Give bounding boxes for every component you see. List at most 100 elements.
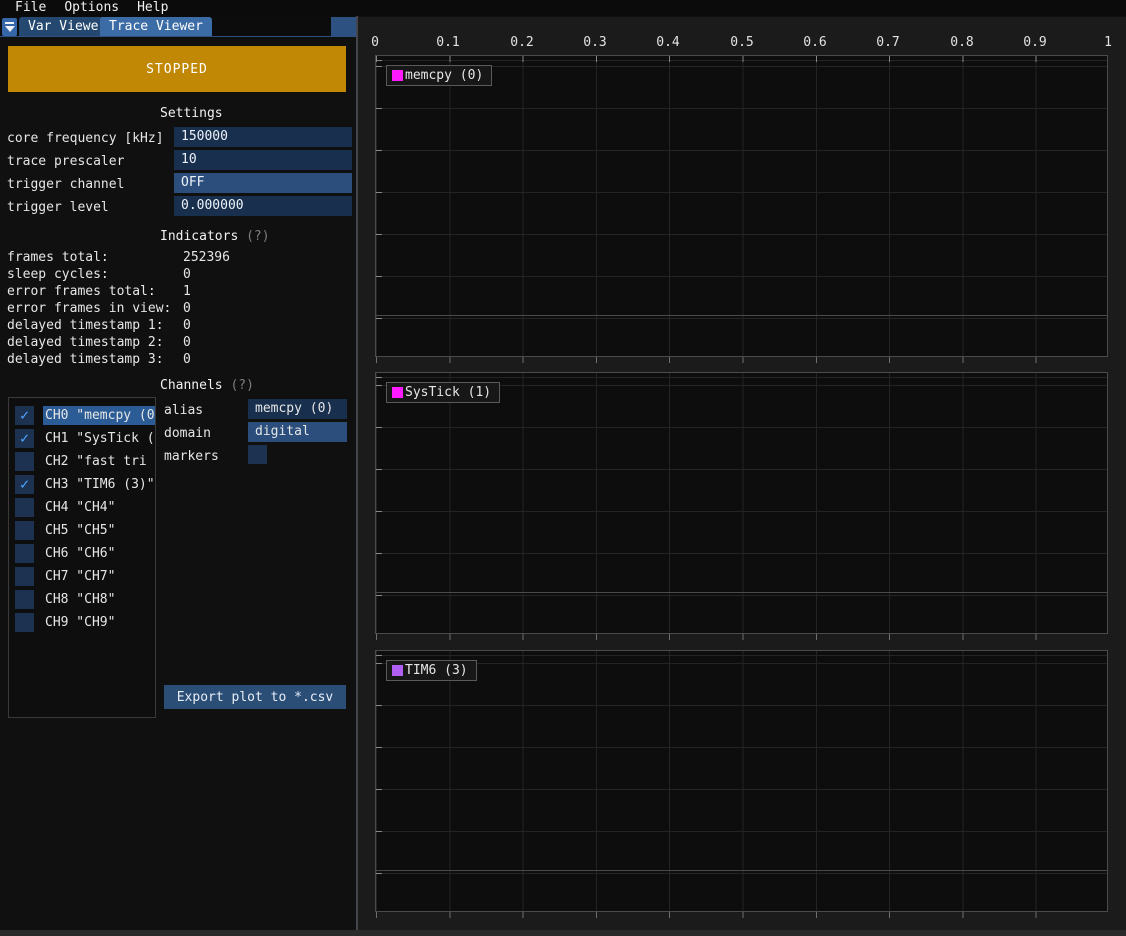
ch3-label[interactable]: CH3 "TIM6 (3)" xyxy=(43,475,156,494)
plot2-bottom-ticks xyxy=(376,634,1107,640)
menu-bar: File Options Help xyxy=(0,0,1126,16)
ch8-checkbox[interactable] xyxy=(15,590,34,609)
plot3-bottom-ticks xyxy=(376,912,1107,918)
menu-file[interactable]: File xyxy=(6,0,55,16)
xtick-0-7: 0.7 xyxy=(866,35,910,50)
channel-row-ch0[interactable]: CH0 "memcpy (0)" xyxy=(15,406,156,425)
trace-prescaler-input[interactable]: 10 xyxy=(174,150,352,170)
ch7-checkbox[interactable] xyxy=(15,567,34,586)
chevron-down-icon xyxy=(5,26,15,32)
ch5-label[interactable]: CH5 "CH5" xyxy=(43,521,156,540)
memcpy-series-swatch xyxy=(392,70,403,81)
ch4-checkbox[interactable] xyxy=(15,498,34,517)
ch7-label[interactable]: CH7 "CH7" xyxy=(43,567,156,586)
tab-list-button[interactable] xyxy=(2,18,17,36)
markers-checkbox[interactable] xyxy=(248,445,267,464)
menu-options[interactable]: Options xyxy=(55,0,128,16)
ch5-checkbox[interactable] xyxy=(15,521,34,540)
ch1-label[interactable]: CH1 "SysTick (1) xyxy=(43,429,156,448)
domain-combo[interactable]: digital xyxy=(248,422,347,442)
delayed-timestamp1-label: delayed timestamp 1: xyxy=(7,318,164,333)
plot3-legend-label: TIM6 (3) xyxy=(405,663,468,678)
error-frames-total-value: 1 xyxy=(183,284,191,299)
plot1-zero-line xyxy=(376,315,1107,316)
acquisition-state-button[interactable]: STOPPED xyxy=(8,46,346,92)
channels-help-icon[interactable]: (?) xyxy=(230,378,253,393)
plot-systick[interactable]: SysTick (1) xyxy=(375,372,1108,634)
ch2-checkbox[interactable] xyxy=(15,452,34,471)
tab-bar: Var Viewer Trace Viewer xyxy=(0,16,357,37)
delayed-timestamp2-label: delayed timestamp 2: xyxy=(7,335,164,350)
plot1-left-ticks xyxy=(376,56,382,356)
channel-row-ch8[interactable]: CH8 "CH8" xyxy=(15,590,156,609)
plot-memcpy[interactable]: memcpy (0) xyxy=(375,55,1108,357)
settings-title: Settings xyxy=(160,106,223,121)
trigger-level-input[interactable]: 0.000000 xyxy=(174,196,352,216)
channel-row-ch4[interactable]: CH4 "CH4" xyxy=(15,498,156,517)
ch2-label[interactable]: CH2 "fast tri (2 xyxy=(43,452,156,471)
delayed-timestamp1-value: 0 xyxy=(183,318,191,333)
ch1-checkbox[interactable] xyxy=(15,429,34,448)
xtick-0-5: 0.5 xyxy=(720,35,764,50)
ch0-label[interactable]: CH0 "memcpy (0)" xyxy=(43,406,156,425)
tabbar-right-accent xyxy=(331,17,357,36)
channel-row-ch9[interactable]: CH9 "CH9" xyxy=(15,613,156,632)
core-frequency-input[interactable]: 150000 xyxy=(174,127,352,147)
plot1-legend[interactable]: memcpy (0) xyxy=(386,65,492,86)
tab-list-icon xyxy=(5,22,14,24)
ch4-label[interactable]: CH4 "CH4" xyxy=(43,498,156,517)
channel-row-ch1[interactable]: CH1 "SysTick (1) xyxy=(15,429,156,448)
delayed-timestamp3-value: 0 xyxy=(183,352,191,367)
plot1-top-ticks xyxy=(376,56,1107,62)
error-frames-total-label: error frames total: xyxy=(7,284,156,299)
export-csv-button[interactable]: Export plot to *.csv xyxy=(164,685,346,709)
trigger-channel-label: trigger channel xyxy=(7,177,124,192)
plot2-left-ticks xyxy=(376,373,382,633)
bottom-scrollbar[interactable] xyxy=(0,930,1126,936)
ch9-checkbox[interactable] xyxy=(15,613,34,632)
tim6-series-swatch xyxy=(392,665,403,676)
channel-row-ch5[interactable]: CH5 "CH5" xyxy=(15,521,156,540)
xtick-0-6: 0.6 xyxy=(793,35,837,50)
alias-label: alias xyxy=(164,403,203,418)
ch6-label[interactable]: CH6 "CH6" xyxy=(43,544,156,563)
channel-row-ch7[interactable]: CH7 "CH7" xyxy=(15,567,156,586)
xtick-0: 0 xyxy=(353,35,397,50)
channel-list: CH0 "memcpy (0)" CH1 "SysTick (1) CH2 "f… xyxy=(8,397,156,718)
channel-row-ch6[interactable]: CH6 "CH6" xyxy=(15,544,156,563)
plot3-left-ticks xyxy=(376,651,382,911)
trace-plot-panel: 0 0.1 0.2 0.3 0.4 0.5 0.6 0.7 0.8 0.9 1 … xyxy=(358,17,1126,930)
ch9-label[interactable]: CH9 "CH9" xyxy=(43,613,156,632)
alias-input[interactable]: memcpy (0) xyxy=(248,399,347,419)
control-sidebar: STOPPED Settings core frequency [kHz] 15… xyxy=(0,37,356,930)
xtick-0-1: 0.1 xyxy=(426,35,470,50)
channel-row-ch2[interactable]: CH2 "fast tri (2 xyxy=(15,452,156,471)
indicators-help-icon[interactable]: (?) xyxy=(246,229,269,244)
xtick-0-4: 0.4 xyxy=(646,35,690,50)
error-frames-in-view-value: 0 xyxy=(183,301,191,316)
plot1-bottom-ticks xyxy=(376,357,1107,363)
indicators-title-text: Indicators xyxy=(160,229,238,244)
domain-label: domain xyxy=(164,426,211,441)
plot2-legend[interactable]: SysTick (1) xyxy=(386,382,500,403)
channels-title: Channels (?) xyxy=(160,378,254,393)
trigger-channel-combo[interactable]: OFF xyxy=(174,173,352,193)
systick-series-swatch xyxy=(392,387,403,398)
xtick-1: 1 xyxy=(1086,35,1126,50)
ch8-label[interactable]: CH8 "CH8" xyxy=(43,590,156,609)
tab-trace-viewer[interactable]: Trace Viewer xyxy=(100,17,212,36)
ch0-checkbox[interactable] xyxy=(15,406,34,425)
channels-title-text: Channels xyxy=(160,378,223,393)
ch6-checkbox[interactable] xyxy=(15,544,34,563)
delayed-timestamp3-label: delayed timestamp 3: xyxy=(7,352,164,367)
ch3-checkbox[interactable] xyxy=(15,475,34,494)
xtick-0-8: 0.8 xyxy=(940,35,984,50)
channel-row-ch3[interactable]: CH3 "TIM6 (3)" xyxy=(15,475,156,494)
xtick-0-3: 0.3 xyxy=(573,35,617,50)
menu-help[interactable]: Help xyxy=(128,0,177,16)
xtick-0-2: 0.2 xyxy=(500,35,544,50)
plot3-legend[interactable]: TIM6 (3) xyxy=(386,660,477,681)
plot-tim6[interactable]: TIM6 (3) xyxy=(375,650,1108,912)
error-frames-in-view-label: error frames in view: xyxy=(7,301,171,316)
app-window: File Options Help Var Viewer Trace Viewe… xyxy=(0,0,1126,936)
